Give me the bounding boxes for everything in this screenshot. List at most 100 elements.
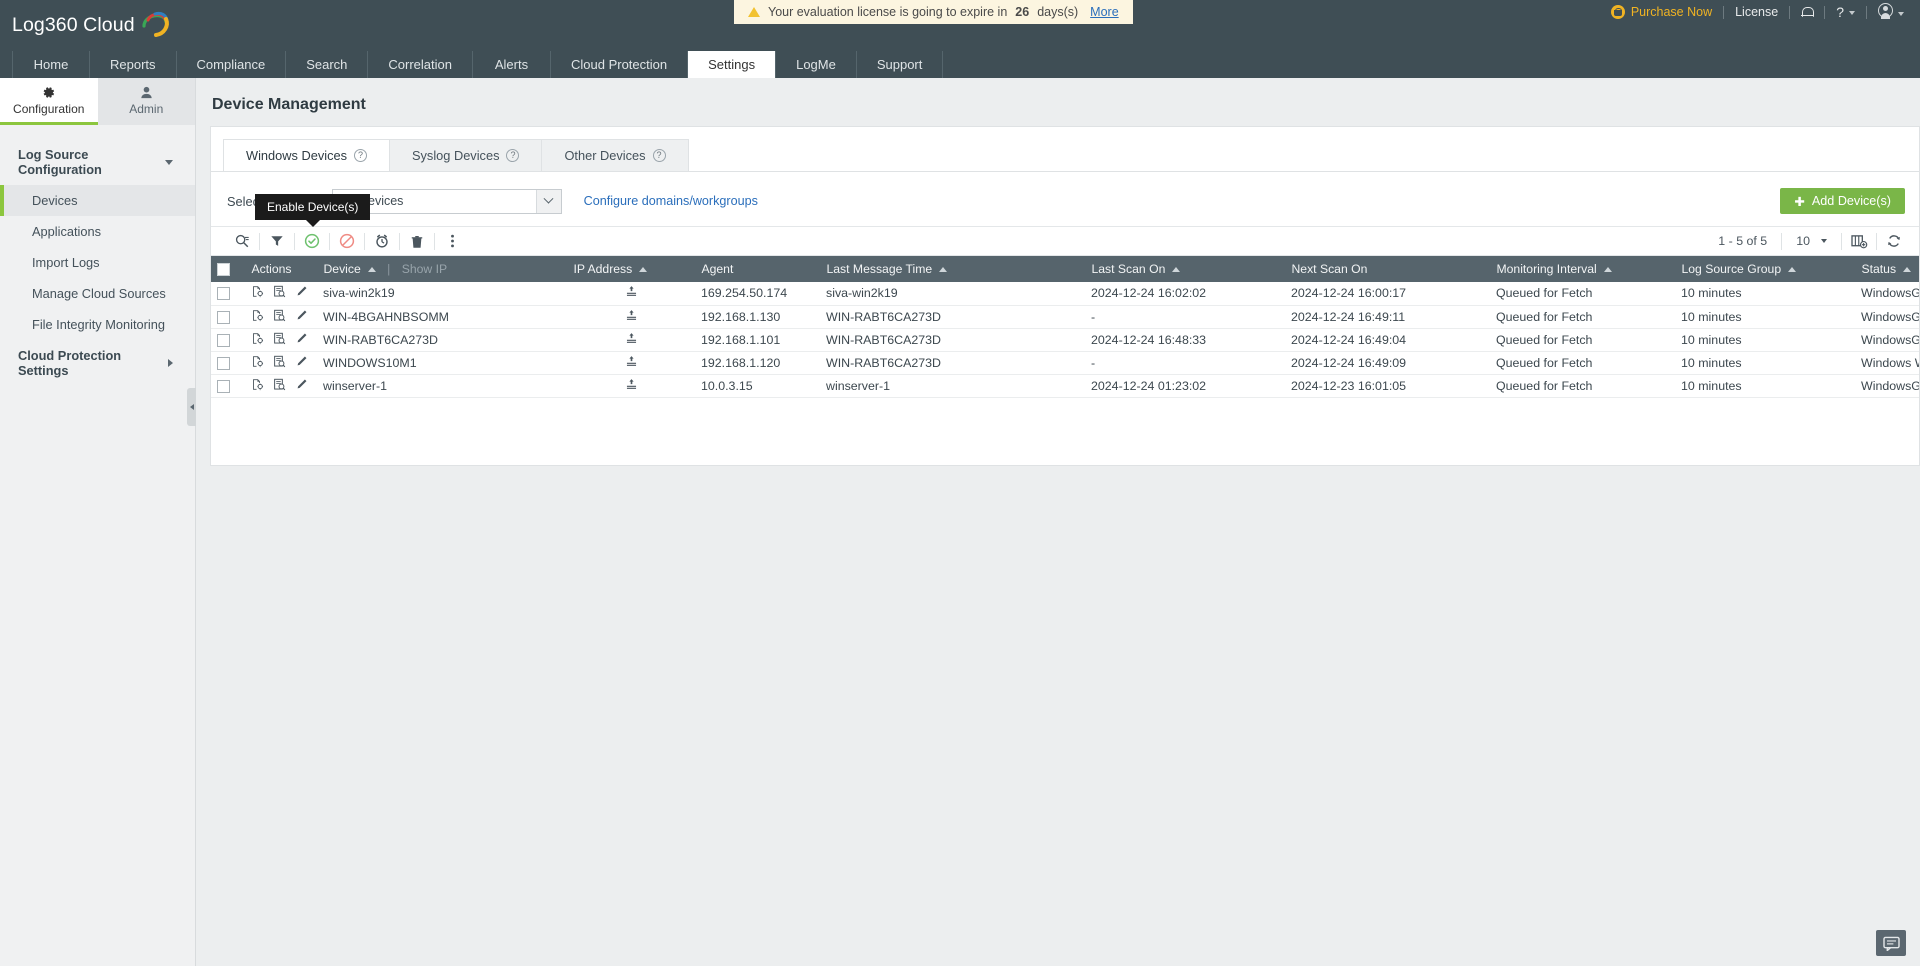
configure-device-icon[interactable] — [251, 378, 264, 394]
configure-device-icon[interactable] — [251, 309, 264, 325]
view-device-icon[interactable] — [273, 378, 286, 394]
page-size-select[interactable]: 10 — [1782, 234, 1841, 248]
sidebar-item-import-logs[interactable]: Import Logs — [0, 247, 195, 278]
column-next-scan-on[interactable]: Next Scan On — [1285, 256, 1490, 282]
column-monitoring-interval[interactable]: Monitoring Interval — [1490, 256, 1675, 282]
edit-device-icon[interactable] — [295, 378, 308, 394]
more-options-icon[interactable] — [435, 226, 469, 256]
search-icon[interactable] — [225, 226, 259, 256]
column-status[interactable]: Status — [1855, 256, 1919, 282]
row-select-cell[interactable] — [211, 305, 245, 328]
edit-device-icon[interactable] — [295, 332, 308, 348]
table-row[interactable]: WIN-RABT6CA273D192.168.1.101WIN-RABT6CA2… — [211, 328, 1919, 351]
sidebar-group-log-source-configuration[interactable]: Log Source Configuration — [0, 139, 195, 185]
refresh-icon[interactable] — [1877, 226, 1911, 256]
column-device[interactable]: Device | Show IP — [317, 256, 567, 282]
delete-icon[interactable] — [400, 226, 434, 256]
tab-other-devices[interactable]: Other Devices ? — [541, 139, 688, 171]
app-logo[interactable]: Log360 Cloud — [12, 10, 172, 40]
purchase-now-button[interactable]: Purchase Now — [1611, 5, 1712, 19]
help-icon[interactable]: ? — [354, 149, 367, 162]
chat-support-button[interactable] — [1876, 930, 1906, 956]
sidebar-item-applications[interactable]: Applications — [0, 216, 195, 247]
nav-item-search[interactable]: Search — [286, 51, 368, 78]
cell-agent-install[interactable] — [567, 328, 695, 351]
select-all-checkbox[interactable] — [217, 263, 230, 276]
cell-agent-install[interactable] — [567, 282, 695, 305]
enable-devices-icon[interactable] — [295, 226, 329, 256]
nav-item-cloud-protection[interactable]: Cloud Protection — [551, 51, 688, 78]
configure-domains-link[interactable]: Configure domains/workgroups — [584, 194, 758, 208]
row-checkbox[interactable] — [217, 357, 230, 370]
edit-device-icon[interactable] — [295, 285, 308, 301]
add-device-button[interactable]: ✚ Add Device(s) — [1780, 188, 1905, 214]
license-more-link[interactable]: More — [1090, 5, 1118, 19]
row-checkbox[interactable] — [217, 311, 230, 324]
disable-devices-icon[interactable] — [330, 226, 364, 256]
row-select-cell[interactable] — [211, 328, 245, 351]
table-row[interactable]: siva-win2k19169.254.50.174siva-win2k1920… — [211, 282, 1919, 305]
sidebar-item-manage-cloud-sources[interactable]: Manage Cloud Sources — [0, 278, 195, 309]
view-device-icon[interactable] — [273, 285, 286, 301]
agent-install-icon[interactable] — [625, 311, 638, 325]
nav-item-reports[interactable]: Reports — [90, 51, 177, 78]
agent-install-icon[interactable] — [625, 334, 638, 348]
agent-install-icon[interactable] — [625, 287, 638, 301]
nav-item-support[interactable]: Support — [857, 51, 944, 78]
configure-device-icon[interactable] — [251, 332, 264, 348]
cell-agent-install[interactable] — [567, 374, 695, 397]
sidebar-tab-configuration[interactable]: Configuration — [0, 78, 98, 125]
sidebar-item-devices[interactable]: Devices — [0, 185, 195, 216]
select-all-header[interactable] — [211, 256, 245, 282]
edit-device-icon[interactable] — [295, 309, 308, 325]
column-settings-icon[interactable] — [1842, 226, 1876, 256]
column-log-source-group[interactable]: Log Source Group — [1675, 256, 1855, 282]
show-ip-toggle[interactable]: Show IP — [402, 262, 447, 276]
column-ip-address[interactable]: IP Address — [567, 256, 695, 282]
nav-item-home[interactable]: Home — [12, 51, 90, 78]
configure-device-icon[interactable] — [251, 285, 264, 301]
agent-install-icon[interactable] — [625, 357, 638, 371]
cell-agent-install[interactable] — [567, 351, 695, 374]
edit-device-icon[interactable] — [295, 355, 308, 371]
license-link[interactable]: License — [1735, 5, 1778, 19]
help-menu[interactable]: ? — [1836, 4, 1855, 20]
tab-syslog-devices[interactable]: Syslog Devices ? — [389, 139, 542, 171]
help-icon[interactable]: ? — [653, 149, 666, 162]
table-row[interactable]: WIN-4BGAHNBSOMM192.168.1.130WIN-RABT6CA2… — [211, 305, 1919, 328]
view-device-icon[interactable] — [273, 309, 286, 325]
row-select-cell[interactable] — [211, 351, 245, 374]
column-agent[interactable]: Agent — [695, 256, 820, 282]
row-checkbox[interactable] — [217, 287, 230, 300]
view-device-icon[interactable] — [273, 332, 286, 348]
cell-agent-install[interactable] — [567, 305, 695, 328]
view-device-icon[interactable] — [273, 355, 286, 371]
nav-item-settings[interactable]: Settings — [688, 51, 776, 78]
notification-bell-icon[interactable] — [1801, 6, 1813, 19]
configure-device-icon[interactable] — [251, 355, 264, 371]
column-last-scan-on[interactable]: Last Scan On — [1085, 256, 1285, 282]
filter-icon[interactable] — [260, 226, 294, 256]
user-menu[interactable] — [1878, 3, 1904, 21]
table-row[interactable]: WINDOWS10M1192.168.1.120WIN-RABT6CA273D-… — [211, 351, 1919, 374]
tab-windows-devices[interactable]: Windows Devices ? — [223, 139, 390, 171]
sidebar-collapse-handle[interactable] — [187, 388, 196, 426]
row-checkbox[interactable] — [217, 380, 230, 393]
help-icon[interactable]: ? — [506, 149, 519, 162]
alarm-clock-icon[interactable] — [365, 226, 399, 256]
row-select-cell[interactable] — [211, 282, 245, 305]
cell-next-scan-on: Queued for Fetch — [1490, 305, 1675, 328]
sidebar-group-cloud-protection-settings[interactable]: Cloud Protection Settings — [0, 340, 195, 386]
sidebar-tab-admin[interactable]: Admin — [98, 78, 196, 125]
sort-ascending-icon — [1172, 267, 1180, 272]
column-last-message-time[interactable]: Last Message Time — [820, 256, 1085, 282]
agent-install-icon[interactable] — [625, 380, 638, 394]
table-row[interactable]: winserver-110.0.3.15winserver-12024-12-2… — [211, 374, 1919, 397]
nav-item-logme[interactable]: LogMe — [776, 51, 857, 78]
row-checkbox[interactable] — [217, 334, 230, 347]
nav-item-correlation[interactable]: Correlation — [368, 51, 473, 78]
nav-item-compliance[interactable]: Compliance — [177, 51, 287, 78]
nav-item-alerts[interactable]: Alerts — [473, 51, 551, 78]
sidebar-item-file-integrity-monitoring[interactable]: File Integrity Monitoring — [0, 309, 195, 340]
row-select-cell[interactable] — [211, 374, 245, 397]
